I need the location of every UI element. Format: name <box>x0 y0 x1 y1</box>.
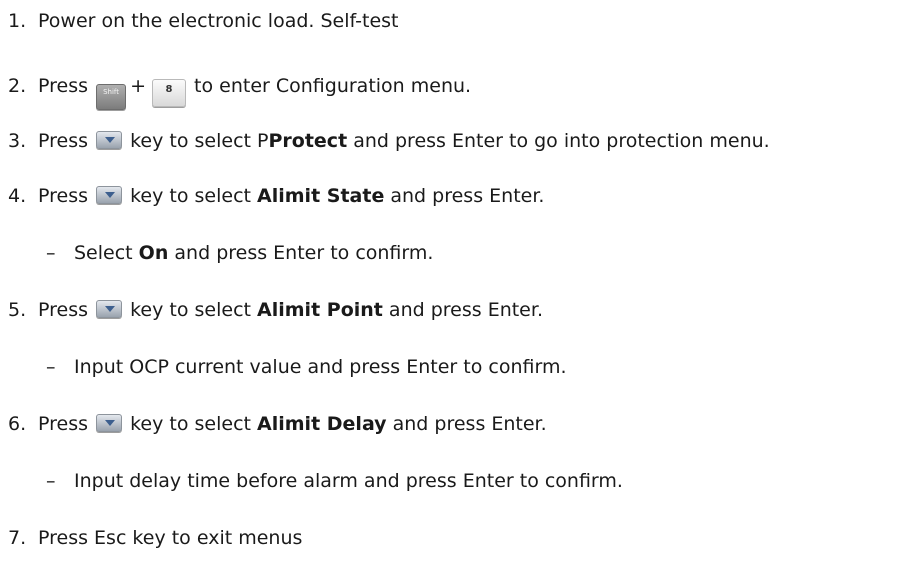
substep-text: Input OCP current value and press Enter … <box>74 356 567 378</box>
option-name: On <box>138 242 169 264</box>
step-text-post: and press Enter. <box>388 299 543 321</box>
step-text-post: and press Enter. <box>390 185 545 207</box>
step-number: 1. <box>8 10 27 32</box>
down-arrow-key-icon <box>96 300 123 318</box>
substep-5: – Input OCP current value and press Enter… <box>46 352 567 382</box>
shift-key-label: Shift <box>103 88 120 96</box>
step-3: 3. Press key to select PProtect and press… <box>8 126 770 156</box>
down-arrow-key-icon <box>96 131 123 149</box>
step-4: 4. Press key to select Alimit State and p… <box>8 181 544 211</box>
menu-item-name: Alimit Delay <box>257 413 387 435</box>
step-text: Press Esc key to exit menus <box>38 527 303 549</box>
step-2: 2. Press Shift +8 to enter Configuration m… <box>8 71 472 110</box>
step-text: Power on the electronic load. Self-test <box>38 10 399 32</box>
shift-key-icon: Shift <box>96 84 127 110</box>
instruction-document: 1. Power on the electronic load. Self-tes… <box>0 0 912 569</box>
step-number: 3. <box>8 130 27 152</box>
step-text-pre: Press <box>38 185 89 207</box>
step-1: 1. Power on the electronic load. Self-tes… <box>8 6 399 36</box>
substep-dash: – <box>46 242 56 264</box>
step-number: 5. <box>8 299 27 321</box>
step-text-pre: Press <box>38 413 89 435</box>
step-number: 6. <box>8 413 27 435</box>
down-arrow-key-icon <box>96 414 123 432</box>
substep-text-pre: Select <box>74 242 133 264</box>
down-arrow-key-icon <box>96 186 123 204</box>
substep-dash: – <box>46 356 56 378</box>
step-text-pre: Press <box>38 130 89 152</box>
substep-dash: – <box>46 470 56 492</box>
step-text-mid: key to select <box>130 185 251 207</box>
menu-item-name: Alimit Point <box>257 299 383 321</box>
step-number: 7. <box>8 527 27 549</box>
step-6: 6. Press key to select Alimit Delay and p… <box>8 409 547 439</box>
plus-sign: + <box>130 75 146 97</box>
step-number: 4. <box>8 185 27 207</box>
substep-text: Input delay time before alarm and press … <box>74 470 623 492</box>
menu-item-name: Alimit State <box>257 185 385 207</box>
step-text-post: and press Enter to go into protection me… <box>353 130 770 152</box>
menu-item-name: Protect <box>268 130 348 152</box>
step-text-pre: Press <box>38 75 89 97</box>
step-text-mid: key to select P <box>130 130 269 152</box>
eight-key-icon: 8 <box>151 79 186 107</box>
substep-4: – Select On and press Enter to confirm. <box>46 238 433 268</box>
step-text-mid: key to select <box>130 413 251 435</box>
eight-key-label: 8 <box>165 84 173 95</box>
step-7: 7. Press Esc key to exit menus <box>8 523 302 553</box>
step-number: 2. <box>8 75 27 97</box>
substep-6: – Input delay time before alarm and press… <box>46 466 623 496</box>
step-text-pre: Press <box>38 299 89 321</box>
step-5: 5. Press key to select Alimit Point and p… <box>8 295 543 325</box>
step-text-post: and press Enter. <box>392 413 547 435</box>
substep-text-post: and press Enter to confirm. <box>174 242 434 264</box>
step-text-post: to enter Configuration menu. <box>194 75 472 97</box>
step-text-mid: key to select <box>130 299 251 321</box>
